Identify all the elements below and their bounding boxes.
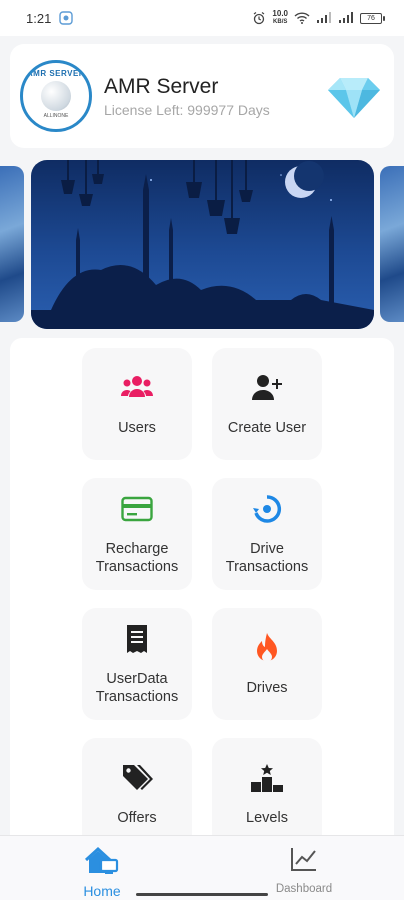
battery-level: 76 — [367, 14, 375, 22]
nav-dashboard-label: Dashboard — [275, 883, 333, 895]
tags-icon — [120, 761, 154, 795]
menu-tile-offers[interactable]: Offers — [82, 738, 192, 835]
users-icon — [120, 371, 154, 405]
header-text: AMR Server License Left: 999977 Days — [104, 75, 326, 118]
menu-tile-label: Drive Transactions — [225, 541, 309, 575]
chart-line-icon — [290, 846, 318, 877]
server-title: AMR Server — [104, 74, 219, 98]
app-notification-icon — [59, 11, 74, 25]
menu-tile-label: Offers — [117, 810, 157, 826]
logo-text: AMR SERVER — [26, 69, 86, 78]
banner-slide[interactable] — [31, 160, 374, 329]
menu-tile-create-user[interactable]: Create User — [212, 348, 322, 460]
receipt-icon — [120, 622, 154, 656]
banner-next-slide[interactable] — [380, 166, 404, 322]
banner-prev-slide[interactable] — [0, 166, 24, 322]
menu-tile-label: Drives — [246, 680, 288, 696]
menu-tile-label: Create User — [227, 420, 307, 436]
menu-tile-label: Levels — [246, 810, 288, 826]
banner-carousel[interactable] — [0, 160, 404, 330]
nav-dashboard[interactable]: Dashboard — [266, 846, 342, 895]
network-speed-unit: KB/S — [273, 19, 288, 25]
drive-transaction-icon — [250, 492, 284, 526]
signal-icon-2 — [338, 12, 354, 24]
battery-icon: 76 — [360, 12, 385, 24]
logo-ball-icon — [41, 81, 71, 111]
nav-home[interactable]: Home — [72, 846, 132, 899]
server-logo: AMR SERVER ALLINONE — [20, 60, 92, 132]
signal-icon — [316, 12, 332, 24]
menu-tile-label: Users — [118, 420, 156, 436]
license-text: License Left: 999977 Days — [104, 101, 270, 118]
menu-tile-levels[interactable]: Levels — [212, 738, 322, 835]
diamond-icon[interactable] — [326, 68, 382, 124]
menu-tile-label: UserData Transactions — [95, 671, 179, 705]
server-header-card: AMR SERVER ALLINONE AMR Server License L… — [10, 44, 394, 148]
bottom-navigation: Home Dashboard — [0, 835, 404, 900]
status-bar: 1:21 10.0 KB/S 76 — [0, 0, 404, 36]
podium-icon — [250, 761, 284, 795]
menu-tile-users[interactable]: Users — [82, 348, 192, 460]
gesture-home-indicator[interactable] — [136, 893, 268, 896]
network-speed-value: 10.0 — [272, 9, 288, 18]
credit-card-icon — [120, 492, 154, 526]
menu-tile-drive-transactions[interactable]: Drive Transactions — [212, 478, 322, 590]
alarm-icon — [252, 11, 266, 25]
menu-tile-drives[interactable]: Drives — [212, 608, 322, 720]
menu-grid: Users Create User Recharge Transactions — [10, 338, 394, 835]
nav-home-label: Home — [83, 883, 121, 899]
mosque-banner-image — [31, 160, 374, 329]
network-speed: 10.0 KB/S — [272, 10, 288, 26]
menu-tile-label: Recharge Transactions — [95, 541, 179, 575]
wifi-icon — [294, 12, 310, 24]
add-user-icon — [250, 371, 284, 405]
status-time: 1:21 — [26, 10, 52, 26]
fire-icon — [250, 631, 284, 665]
logo-subtext: ALLINONE — [43, 113, 69, 119]
menu-tile-userdata-transactions[interactable]: UserData Transactions — [82, 608, 192, 720]
menu-tile-recharge-transactions[interactable]: Recharge Transactions — [82, 478, 192, 590]
home-icon — [84, 846, 120, 881]
